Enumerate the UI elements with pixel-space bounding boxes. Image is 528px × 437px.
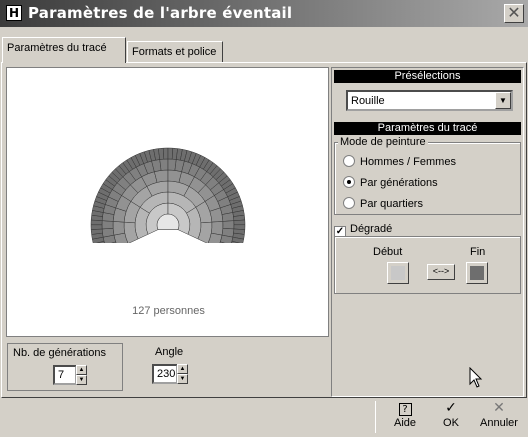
fan-chart xyxy=(90,147,246,243)
angle-label: Angle xyxy=(155,346,184,358)
generations-value: 7 xyxy=(58,369,65,381)
radio-label: Hommes / Femmes xyxy=(360,156,456,168)
window-title: Paramètres de l'arbre éventail xyxy=(28,4,293,22)
title-bar: H Paramètres de l'arbre éventail ✕ xyxy=(0,0,528,27)
spin-down-icon[interactable]: ▼ xyxy=(177,374,188,384)
close-button[interactable]: ✕ xyxy=(504,4,524,23)
fan-cell xyxy=(210,221,224,236)
generations-spinner[interactable]: 7 ▲ ▼ xyxy=(53,365,87,385)
end-color-swatch xyxy=(470,266,484,280)
cancel-label: Annuler xyxy=(480,417,518,429)
radio-dot xyxy=(343,197,355,209)
swap-colors-button[interactable]: <--> xyxy=(427,264,455,280)
fan-cell xyxy=(154,169,169,183)
paint-mode-group: Mode de peinture Hommes / Femmes Par gén… xyxy=(334,136,521,215)
help-button[interactable]: ? Aide xyxy=(388,399,422,435)
radio-quarters[interactable]: Par quartiers xyxy=(343,197,423,210)
spin-down-icon[interactable]: ▼ xyxy=(76,375,87,385)
paint-mode-label: Mode de peinture xyxy=(338,136,428,148)
fan-cell xyxy=(222,220,235,230)
fan-tree-preview: 127 personnes xyxy=(6,67,329,337)
angle-spinner[interactable]: 230 ▲ ▼ xyxy=(152,364,188,384)
fan-cell xyxy=(90,224,103,230)
persons-count: 127 xyxy=(132,305,151,317)
cancel-button[interactable]: ✕ Annuler xyxy=(474,399,524,435)
persons-count-label: 127 personnes xyxy=(7,305,330,317)
angle-value: 230 xyxy=(157,368,176,380)
ok-label: OK xyxy=(443,417,459,429)
radio-generations[interactable]: Par générations xyxy=(343,176,438,189)
end-color-button[interactable] xyxy=(466,262,488,284)
start-color-button[interactable] xyxy=(387,262,409,284)
start-label: Début xyxy=(373,246,403,258)
radio-dot-selected xyxy=(343,176,355,188)
trace-header: Paramètres du tracé xyxy=(334,122,521,135)
radio-dot xyxy=(343,155,355,167)
preset-select[interactable]: Rouille ▼ xyxy=(346,90,513,111)
fan-cell xyxy=(159,158,169,171)
fan-cell xyxy=(112,221,126,236)
close-icon: ✕ xyxy=(507,3,521,22)
checkmark-icon: ✓ xyxy=(445,400,457,416)
settings-panel: Présélections Rouille ▼ Paramètres du tr… xyxy=(331,67,524,397)
help-icon: ? xyxy=(388,399,422,417)
gradient-colors-group: Début Fin <--> xyxy=(334,236,521,294)
preset-value: Rouille xyxy=(351,95,385,107)
end-label: Fin xyxy=(470,246,486,258)
cross-icon: ✕ xyxy=(493,400,505,416)
help-label: Aide xyxy=(393,417,417,429)
fan-cell xyxy=(101,220,114,230)
persons-unit: personnes xyxy=(153,305,205,317)
start-color-swatch xyxy=(391,266,405,280)
fan-cell xyxy=(233,219,246,226)
radio-label: Par quartiers xyxy=(360,198,423,210)
separator xyxy=(375,401,376,433)
radio-men-women[interactable]: Hommes / Femmes xyxy=(343,155,456,168)
tab-trace-settings[interactable]: Paramètres du tracé xyxy=(2,37,126,63)
radio-label: Par générations xyxy=(360,177,438,189)
ok-button[interactable]: ✓ OK xyxy=(438,399,464,435)
tab-formats-font[interactable]: Formats et police xyxy=(127,41,223,63)
generations-label: Nb. de générations xyxy=(13,347,106,359)
spin-up-icon[interactable]: ▲ xyxy=(76,365,87,375)
status-bar: ? Aide ✓ OK ✕ Annuler xyxy=(0,399,528,437)
dropdown-arrow-icon[interactable]: ▼ xyxy=(495,92,511,109)
fan-cell xyxy=(162,147,169,160)
app-icon: H xyxy=(6,5,22,21)
presets-header: Présélections xyxy=(334,70,521,83)
spin-up-icon[interactable]: ▲ xyxy=(177,364,188,374)
gradient-label: Dégradé xyxy=(350,223,393,235)
generations-group: Nb. de générations 7 ▲ ▼ xyxy=(7,343,123,391)
mouse-cursor-icon xyxy=(469,367,483,388)
